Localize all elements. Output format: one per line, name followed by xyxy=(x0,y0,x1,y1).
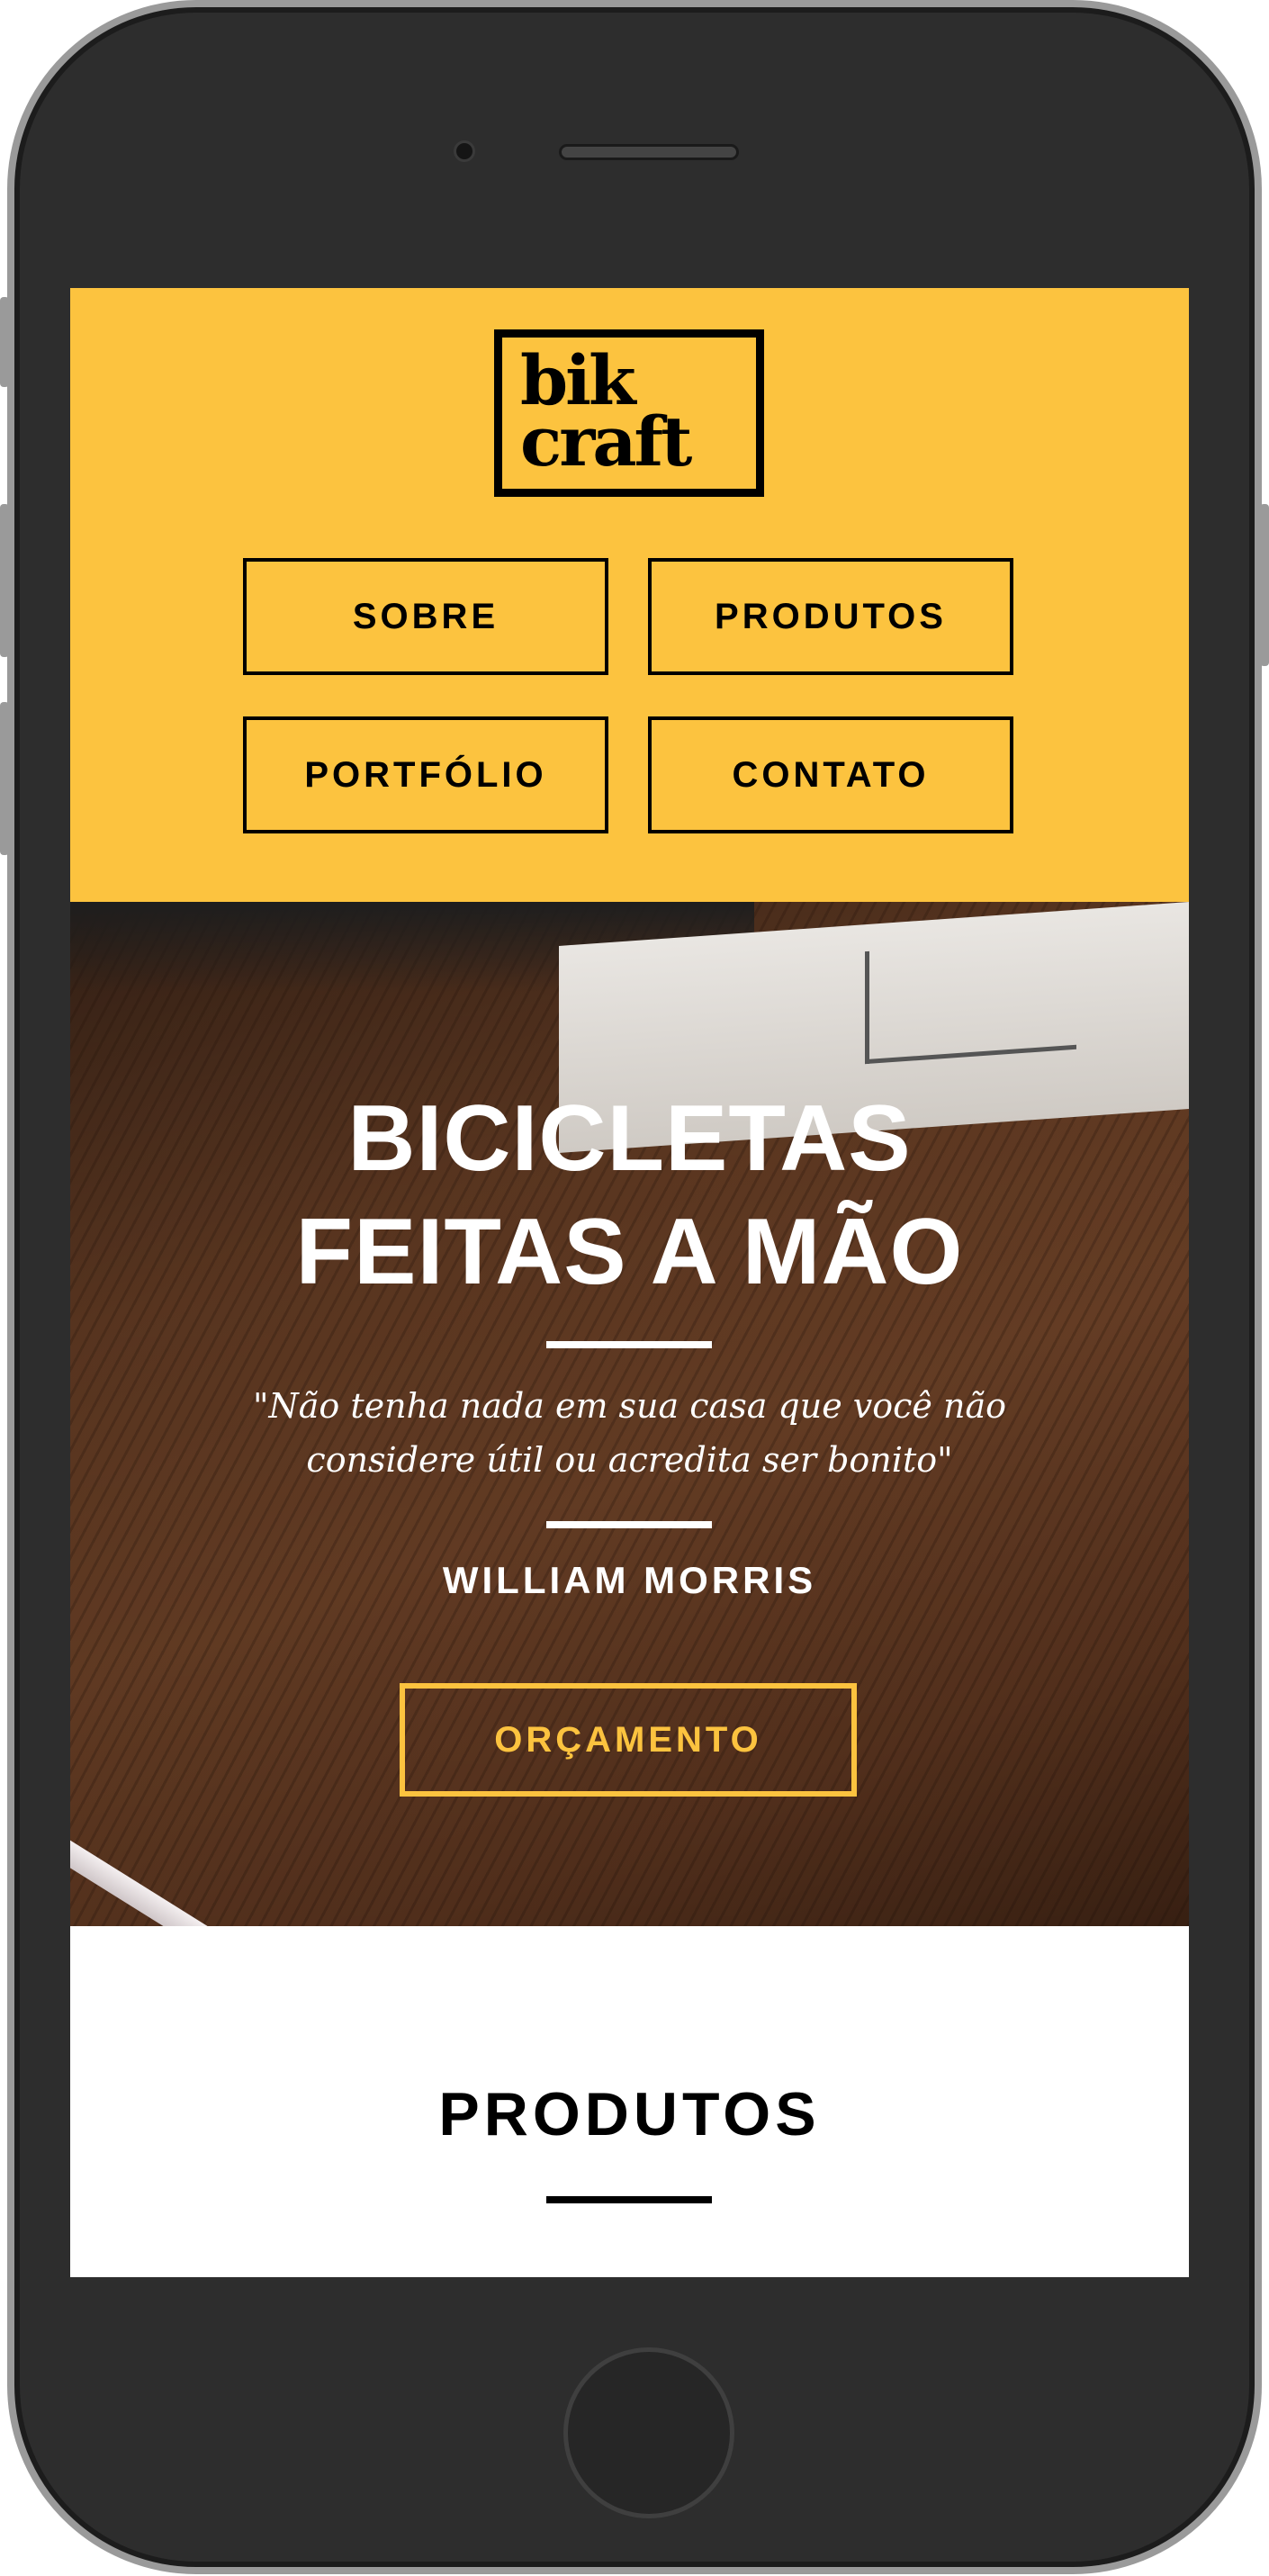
main-nav: SOBRE PRODUTOS PORTFÓLIO CONTATO xyxy=(243,558,1017,833)
orcamento-button[interactable]: ORÇAMENTO xyxy=(400,1683,857,1797)
site-header: bik craft SOBRE PRODUTOS PORTFÓLIO CONTA… xyxy=(70,288,1189,902)
logo-line-2: craft xyxy=(520,401,692,482)
hero-title: BICICLETAS FEITAS A MÃO xyxy=(70,1082,1189,1309)
hero-banner: BICICLETAS FEITAS A MÃO "Não tenha nada … xyxy=(70,902,1189,2042)
hero-quote: "Não tenha nada em sua casa que você não… xyxy=(252,1386,1007,1480)
front-camera xyxy=(454,140,475,162)
nav-item-sobre[interactable]: SOBRE xyxy=(243,558,608,675)
nav-item-portfolio[interactable]: PORTFÓLIO xyxy=(243,716,608,833)
phone-screen: bik craft SOBRE PRODUTOS PORTFÓLIO CONTA… xyxy=(70,288,1189,2277)
hero-title-line-1: BICICLETAS xyxy=(347,1086,912,1191)
hero-divider-bottom xyxy=(546,1521,712,1528)
bikcraft-logo[interactable]: bik craft xyxy=(494,329,764,497)
section-divider xyxy=(546,2196,712,2203)
nav-item-contato[interactable]: CONTATO xyxy=(648,716,1013,833)
home-button[interactable] xyxy=(563,2347,734,2518)
nav-item-produtos[interactable]: PRODUTOS xyxy=(648,558,1013,675)
hero-divider-top xyxy=(546,1341,712,1348)
section-title: PRODUTOS xyxy=(438,2080,821,2148)
produtos-section: PRODUTOS xyxy=(70,1926,1189,2277)
hero-title-line-2: FEITAS A MÃO xyxy=(295,1200,964,1304)
quote-author: WILLIAM MORRIS xyxy=(442,1559,817,1601)
earpiece-speaker xyxy=(559,144,739,160)
